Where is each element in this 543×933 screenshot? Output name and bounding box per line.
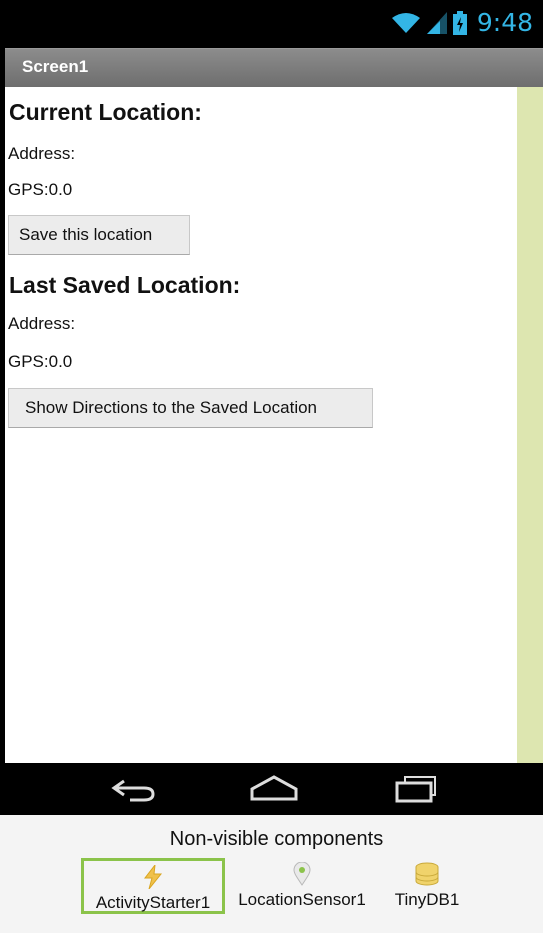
database-icon xyxy=(415,862,439,886)
battery-icon xyxy=(452,10,467,35)
phone-frame: 9:48 Screen1 Current Location: Address: … xyxy=(0,0,543,815)
nav-bar xyxy=(0,763,543,815)
component-location-sensor[interactable]: LocationSensor1 xyxy=(230,858,374,914)
screen-title: Screen1 xyxy=(22,57,89,76)
status-bar: 9:48 xyxy=(0,0,543,48)
non-visible-components-panel: Non-visible components ActivityStarter1 … xyxy=(0,815,543,933)
save-location-button[interactable]: Save this location xyxy=(8,215,190,255)
wifi-icon xyxy=(391,12,420,33)
signal-icon xyxy=(426,11,447,34)
title-bar: Screen1 xyxy=(5,48,543,87)
show-directions-button[interactable]: Show Directions to the Saved Location xyxy=(8,388,373,428)
component-tinydb[interactable]: TinyDB1 xyxy=(384,858,470,914)
screen-edge-strip xyxy=(517,87,543,763)
component-name: ActivityStarter1 xyxy=(95,893,211,912)
status-icons: 9:48 xyxy=(391,8,533,37)
component-name: LocationSensor1 xyxy=(238,890,366,909)
current-gps-label: GPS:0.0 xyxy=(8,180,73,199)
last-saved-location-heading: Last Saved Location: xyxy=(9,272,241,298)
recents-icon[interactable] xyxy=(393,773,441,805)
back-icon[interactable] xyxy=(110,773,158,805)
home-icon[interactable] xyxy=(249,773,299,805)
clock: 9:48 xyxy=(476,8,533,37)
lightning-icon xyxy=(143,865,163,889)
current-location-heading: Current Location: xyxy=(9,99,202,125)
component-activity-starter[interactable]: ActivityStarter1 xyxy=(81,858,225,914)
app-screen: Current Location: Address: GPS:0.0 Save … xyxy=(5,87,517,763)
component-name: TinyDB1 xyxy=(394,890,460,909)
location-pin-icon xyxy=(293,862,311,886)
last-gps-label: GPS:0.0 xyxy=(8,352,73,371)
last-address-label: Address: xyxy=(8,314,76,333)
current-address-label: Address: xyxy=(8,144,76,163)
non-visible-components-title: Non-visible components xyxy=(169,828,384,850)
